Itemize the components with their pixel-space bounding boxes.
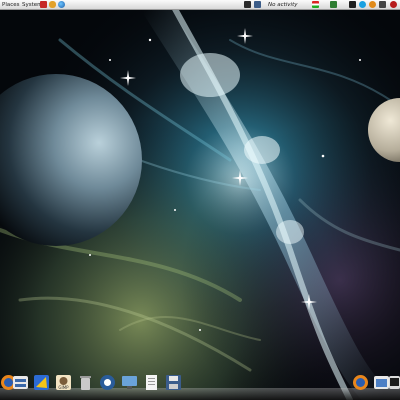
power-icon[interactable] [390,1,397,8]
disk-icon[interactable] [379,1,386,8]
document-icon[interactable] [143,374,160,391]
firefox-globe-icon[interactable] [58,1,65,8]
shield-icon[interactable] [49,1,56,8]
places-menu[interactable]: Places [2,0,20,10]
status-text: No activity [268,2,298,8]
presentation-icon[interactable] [33,374,50,391]
nebula-core-glow [244,136,280,164]
flag-icon[interactable] [312,1,319,8]
file-manager-icon[interactable] [12,374,29,391]
firefox-icon[interactable] [352,374,369,391]
battery-icon[interactable] [330,1,337,8]
gimp-label: GIMP [58,385,69,390]
save-icon[interactable] [165,374,182,391]
blender-icon[interactable] [99,374,116,391]
system-monitor-icon[interactable] [244,1,251,8]
disk-icon[interactable] [369,1,376,8]
nebula-core-glow [276,220,304,244]
trash-icon[interactable] [77,374,94,391]
space-wallpaper [0,0,400,400]
gimp-icon[interactable]: GIMP [55,374,72,391]
skype-icon[interactable] [359,1,366,8]
disk-icon[interactable] [349,1,356,8]
terminal-icon[interactable] [388,374,400,391]
pdf-icon[interactable] [40,1,47,8]
top-panel: Places System No activity [0,0,400,10]
nebula-core-glow [180,53,240,97]
network-icon[interactable] [254,1,261,8]
monitor-icon[interactable] [121,374,138,391]
